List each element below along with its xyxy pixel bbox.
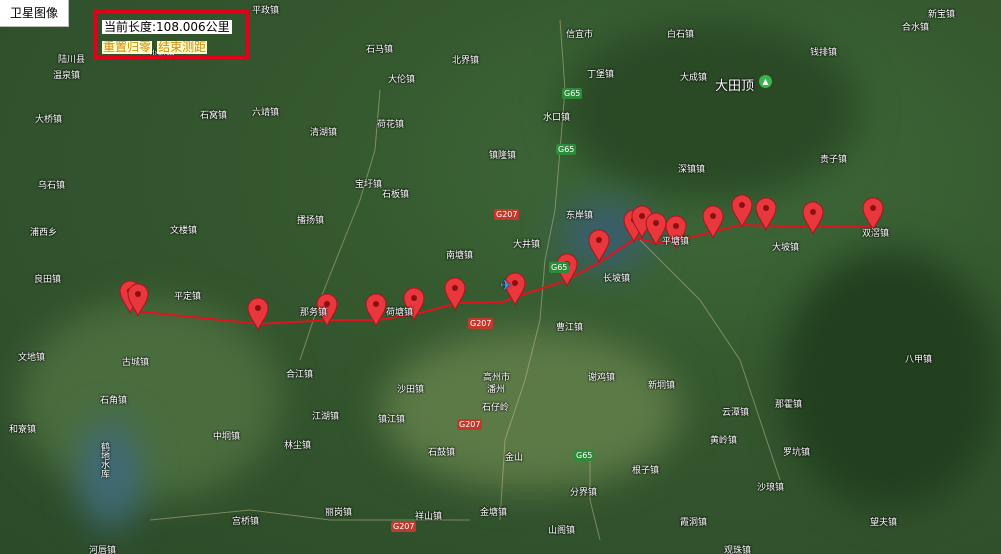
map-label: 长坡镇 xyxy=(603,274,631,284)
map-label: 镇隆镇 xyxy=(489,151,517,161)
map-label: 贵子镇 xyxy=(820,155,848,165)
highway-shield: G65 xyxy=(574,450,595,461)
map-label: 中垌镇 xyxy=(213,432,241,442)
map-label: 荷塘镇 xyxy=(386,308,414,318)
map-label: 清湖镇 xyxy=(310,128,338,138)
map-label: 潘州 xyxy=(487,385,506,395)
map-label: 镇江镇 xyxy=(378,415,406,425)
map-label: 大井镇 xyxy=(513,240,541,250)
map-label: 信宜市 xyxy=(566,30,594,40)
map-label: 南塘镇 xyxy=(446,251,474,261)
map-label: 浦西乡 xyxy=(30,228,58,238)
measure-actions: 重置归零 结束测距 xyxy=(102,36,232,55)
map-label: 深镇镇 xyxy=(678,165,706,175)
map-label: 根子镇 xyxy=(632,466,660,476)
map-label: 石窝镇 xyxy=(200,111,228,121)
highway-shield: G207 xyxy=(468,318,494,329)
map-label: 宫桥镇 xyxy=(232,517,260,527)
peak-icon: ▲ xyxy=(759,75,772,88)
map-label: 平政镇 xyxy=(252,6,280,16)
highway-shield: G207 xyxy=(391,521,417,532)
map-label: 石马镇 xyxy=(366,45,394,55)
map-overlay xyxy=(119,19,884,541)
map-label: 北界镇 xyxy=(452,56,480,66)
map-label: 六靖镇 xyxy=(252,108,280,118)
end-measure-button[interactable]: 结束测距 xyxy=(157,41,208,54)
map-label: 水口镇 xyxy=(543,113,571,123)
current-length-readout: 当前长度:108.006公里 xyxy=(102,20,232,34)
map-label: 东岸镇 xyxy=(566,211,594,221)
map-label: 播扬镇 xyxy=(297,216,325,226)
measure-route-line xyxy=(133,223,876,326)
map-label: 观珠镇 xyxy=(724,546,752,554)
map-label: 祥山镇 xyxy=(415,512,443,522)
map-label: 良田镇 xyxy=(34,275,62,285)
map-label: 宝圩镇 xyxy=(355,180,383,190)
map-label: 林尘镇 xyxy=(284,441,312,451)
map-label: 文楼镇 xyxy=(170,226,198,236)
map-label: 望夫镇 xyxy=(870,518,898,528)
map-label: 丽岗镇 xyxy=(325,508,353,518)
map-label: 石仔岭 xyxy=(482,403,510,413)
reset-button[interactable]: 重置归零 xyxy=(102,41,153,54)
map-label: 沙琅镇 xyxy=(757,483,785,493)
map-label: 分界镇 xyxy=(570,488,598,498)
map-label: 平塘镇 xyxy=(662,237,690,247)
waypoint-marker[interactable] xyxy=(365,293,387,328)
map-label: 大坡镇 xyxy=(772,243,800,253)
map-label: 合江镇 xyxy=(286,370,314,380)
highway-shield: G65 xyxy=(549,262,570,273)
map-label: 河唇镇 xyxy=(89,546,117,554)
map-label: 合水镇 xyxy=(902,23,930,33)
map-label: 那务镇 xyxy=(300,308,328,318)
measure-panel: 当前长度:108.006公里 重置归零 结束测距 xyxy=(102,16,232,55)
map-label: 罗坑镇 xyxy=(783,448,811,458)
waypoint-marker[interactable] xyxy=(731,194,753,229)
map-label: 白石镇 xyxy=(667,30,695,40)
map-label: 曹江镇 xyxy=(556,323,584,333)
map-label: 和寮镇 xyxy=(9,425,37,435)
map-label: 丁堡镇 xyxy=(587,70,615,80)
map-label: 温泉镇 xyxy=(53,71,81,81)
map-label: 荷花镇 xyxy=(377,120,405,130)
map-label: 黄岭镇 xyxy=(710,436,738,446)
map-label: 江湖镇 xyxy=(312,412,340,422)
map-label: 石板镇 xyxy=(382,190,410,200)
highway-shield: G65 xyxy=(562,88,583,99)
highway-shield: G65 xyxy=(556,144,577,155)
map-label: 钱排镇 xyxy=(810,48,838,58)
map-label: 平定镇 xyxy=(174,292,202,302)
map-label: 新垌镇 xyxy=(648,381,676,391)
map-label: 霞洞镇 xyxy=(680,518,708,528)
map-label: 金塘镇 xyxy=(480,508,508,518)
map-label: 乌石镇 xyxy=(38,181,66,191)
map-label: 陆川县 xyxy=(58,55,86,65)
map-label: 那霍镇 xyxy=(775,400,803,410)
map-label: 云潭镇 xyxy=(722,408,750,418)
map-label: 大成镇 xyxy=(680,73,708,83)
highway-shield: G207 xyxy=(457,419,483,430)
map-label: 大桥镇 xyxy=(35,115,63,125)
map-label: 八甲镇 xyxy=(905,355,933,365)
map-label: 金山 xyxy=(505,453,524,463)
map-type-button[interactable]: 卫星图像 xyxy=(0,0,70,27)
map-label: 石鼓镇 xyxy=(428,448,456,458)
map-label: 新宝镇 xyxy=(928,10,956,20)
highway-shield: G207 xyxy=(494,209,520,220)
map-label: 古城镇 xyxy=(122,358,150,368)
satellite-map[interactable]: 平政镇 陆川县 沙坡镇 石马镇 大伦镇 北界镇 信宜市 丁堡镇 白石镇 钱排镇 … xyxy=(0,0,1001,554)
map-label: 文地镇 xyxy=(18,353,46,363)
waypoint-marker[interactable] xyxy=(247,297,269,332)
map-label: 双滘镇 xyxy=(862,229,890,239)
airport-icon: ✈ xyxy=(500,278,512,294)
map-label: 石角镇 xyxy=(100,396,128,406)
reservoir-label: 鹤地水库 xyxy=(99,442,109,478)
map-label: 大伦镇 xyxy=(388,75,416,85)
map-label: 山阁镇 xyxy=(548,526,576,536)
peak-label: 大田顶 xyxy=(715,79,755,94)
map-label: 谢鸡镇 xyxy=(588,373,616,383)
map-label: 沙田镇 xyxy=(397,385,425,395)
waypoint-marker[interactable] xyxy=(802,201,824,236)
